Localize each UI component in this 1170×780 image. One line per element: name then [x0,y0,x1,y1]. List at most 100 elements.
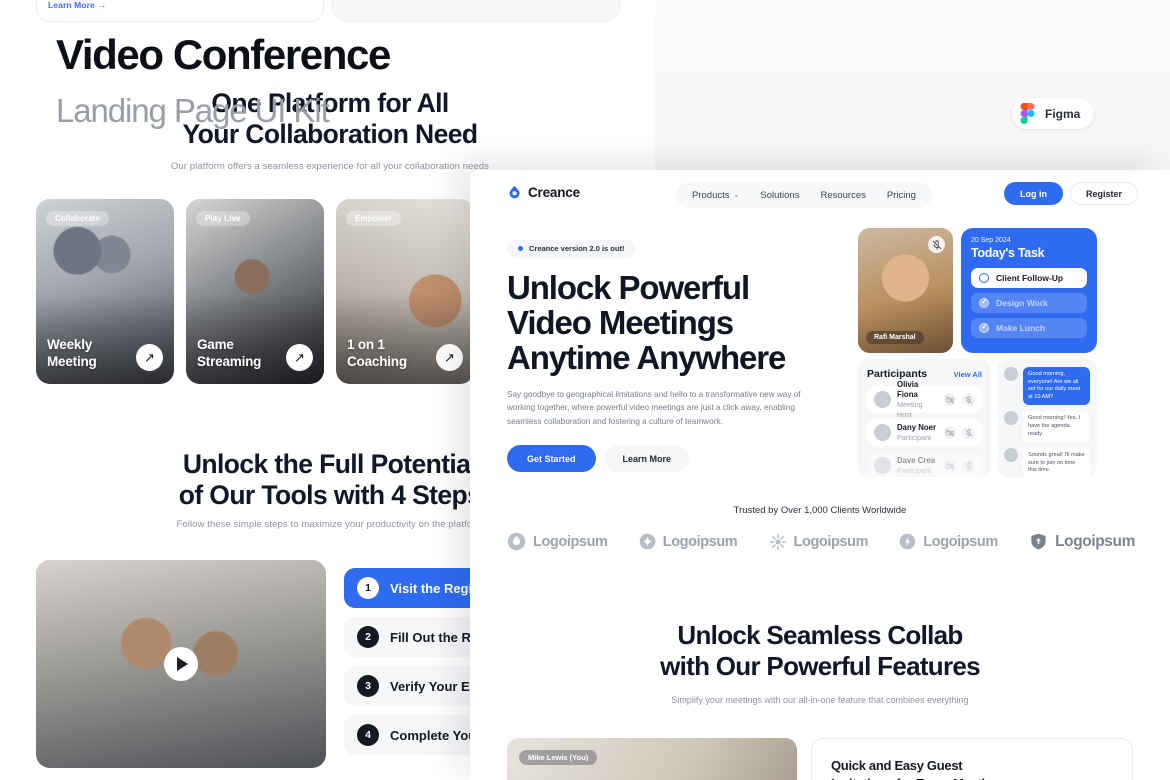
video-tile[interactable]: Rafi Marshal [858,228,953,353]
avatar [874,457,891,474]
checkbox-checked-icon[interactable] [979,297,989,308]
media-card-title: Game Streaming [197,336,261,370]
hero-paragraph: Say goodbye to geographical limitations … [507,389,801,426]
participant-row[interactable]: Dave Crea Participant [867,452,982,479]
chat-message: Good morning! Yes, I have the agenda rea… [1004,411,1090,443]
chevron-down-icon: ⌄ [733,192,740,199]
participants-card-header: Participants View All [867,368,982,380]
droplet-logo-icon [507,532,526,551]
camera-off-icon[interactable] [943,393,956,406]
sunburst-logo-icon [769,533,786,550]
media-card[interactable]: Collaborate Weekly Meeting ↗ [36,199,174,384]
task-item[interactable]: Design Work [971,293,1087,313]
media-card-badge: Play Live [196,211,250,226]
mic-off-icon[interactable] [928,236,945,253]
learn-more-button[interactable]: Learn More [604,445,690,472]
status-dot-icon [518,246,523,251]
media-card-title-line2: Meeting [47,354,97,369]
client-logo: Logoipsum [769,533,869,551]
bolt-logo-icon [900,533,916,550]
participant-role: Participant [897,432,931,442]
screenshot-stage: Learn More → One Platform for All Your Co… [0,0,1170,780]
client-logos: Logoipsum Logoipsum Logoipsum Logoipsum [507,532,1135,551]
task-item[interactable]: Client Follow-Up [971,268,1087,288]
features-subtitle: Simplify your meetings with our all-in-o… [671,695,969,705]
features-heading: Unlock Seamless Collab with Our Powerful… [470,620,1170,682]
chat-message: Good morning, everyone! Are we all set f… [1004,367,1090,406]
product-landing-page-overlay: Creance Products ⌄ Solutions Resources P… [470,170,1170,780]
fragment-learn-more-label: Learn More [48,0,95,10]
task-item-label: Design Work [996,298,1048,308]
hero-heading: Unlock Powerful Video Meetings Anytime A… [507,270,827,375]
login-button[interactable]: Log in [1003,182,1063,205]
camera-off-icon[interactable] [943,459,956,472]
client-logo: Logoipsum [899,533,998,550]
task-card-title: Today's Task [971,246,1045,260]
brand-logo[interactable]: Creance [507,185,580,200]
checkbox-checked-icon[interactable] [979,322,989,333]
fragment-card-right [332,0,620,22]
mic-off-icon[interactable] [962,393,975,406]
feature-cards: Mike Lewis (You) Quick and Easy Guest In… [507,738,1133,780]
play-icon[interactable] [164,647,198,681]
nav-link-pricing[interactable]: Pricing [887,190,916,201]
arrow-up-right-icon[interactable]: ↗ [136,344,163,371]
participants-card: Participants View All Olivia Fiona Meeti… [858,359,991,479]
media-card-badge: Empower [346,211,401,226]
hero-heading-line1: Unlock Powerful [507,268,750,306]
avatar [1004,367,1018,381]
view-all-link[interactable]: View All [954,370,982,379]
nav-links: Products ⌄ Solutions Resources Pricing [676,182,932,208]
chat-bubble-self: Good morning, everyone! Are we all set f… [1023,367,1090,406]
mic-off-icon[interactable] [962,426,975,439]
client-logo: Logoipsum [639,533,738,550]
avatar [874,391,891,408]
register-button[interactable]: Register [1069,182,1138,205]
nav-link-products[interactable]: Products ⌄ [692,190,739,201]
media-card-title: Weekly Meeting [47,336,97,370]
hero-heading-line2: Video Meetings [507,303,734,341]
feature-text-card[interactable]: Quick and Easy Guest Invitations for Eve… [811,738,1133,780]
participant-name: Olivia Fiona [897,379,919,399]
participant-row[interactable]: Dany Noer Participant [867,419,982,446]
checkbox-icon[interactable] [979,273,989,283]
chat-bubble-other: Good morning! Yes, I have the agenda rea… [1023,411,1090,443]
participant-meta: Olivia Fiona Meeting Host [897,380,937,420]
step-number: 3 [357,675,379,697]
nav-actions: Log in Register [1003,182,1138,205]
nav-link-resources[interactable]: Resources [820,190,865,201]
get-started-button[interactable]: Get Started [507,445,596,472]
hero-content: Creance version 2.0 is out! Unlock Power… [507,238,827,472]
fragment-learn-more-link[interactable]: Learn More → [48,0,106,10]
step-number: 2 [357,626,379,648]
feature-image-card[interactable]: Mike Lewis (You) [507,738,797,780]
figma-badge: Figma [1012,98,1095,129]
hero-heading-line3: Anytime Anywhere [507,338,786,376]
step-number: 1 [357,577,379,599]
hero-visual-cluster: Rafi Marshal 20 Sep 2024 Today's Task Cl… [858,228,1098,479]
arrow-up-right-icon[interactable]: ↗ [436,344,463,371]
version-chip[interactable]: Creance version 2.0 is out! [507,239,636,258]
camera-off-icon[interactable] [943,426,956,439]
media-card[interactable]: Play Live Game Streaming ↗ [186,199,324,384]
video-thumbnail[interactable] [36,560,326,768]
arrow-up-right-icon[interactable]: ↗ [286,344,313,371]
nav-link-solutions[interactable]: Solutions [760,190,799,201]
media-card[interactable]: Empower 1 on 1 Coaching ↗ [336,199,474,384]
client-logo-label: Logoipsum [793,533,869,550]
figma-icon [1020,103,1035,124]
participant-name: Dave Crea [897,455,936,465]
participant-row[interactable]: Olivia Fiona Meeting Host [867,380,982,419]
figma-badge-label: Figma [1045,106,1081,121]
task-card-date: 20 Sep 2024 [971,237,1011,244]
participant-meta: Dave Crea Participant [897,456,937,476]
hero-actions: Get Started Learn More [507,445,827,472]
poster-title-panel [655,0,1170,170]
poster-subtitle: Landing Page UI Kit [56,92,330,129]
media-card-title-line1: Weekly [47,337,93,352]
task-item[interactable]: Make Lunch [971,318,1087,338]
video-tile-name: Rafi Marshal [866,331,924,344]
mic-off-icon[interactable] [962,459,975,472]
feature-card-title: Quick and Easy Guest Invitations for Eve… [831,757,1113,780]
client-logo: Logoipsum [507,532,608,551]
